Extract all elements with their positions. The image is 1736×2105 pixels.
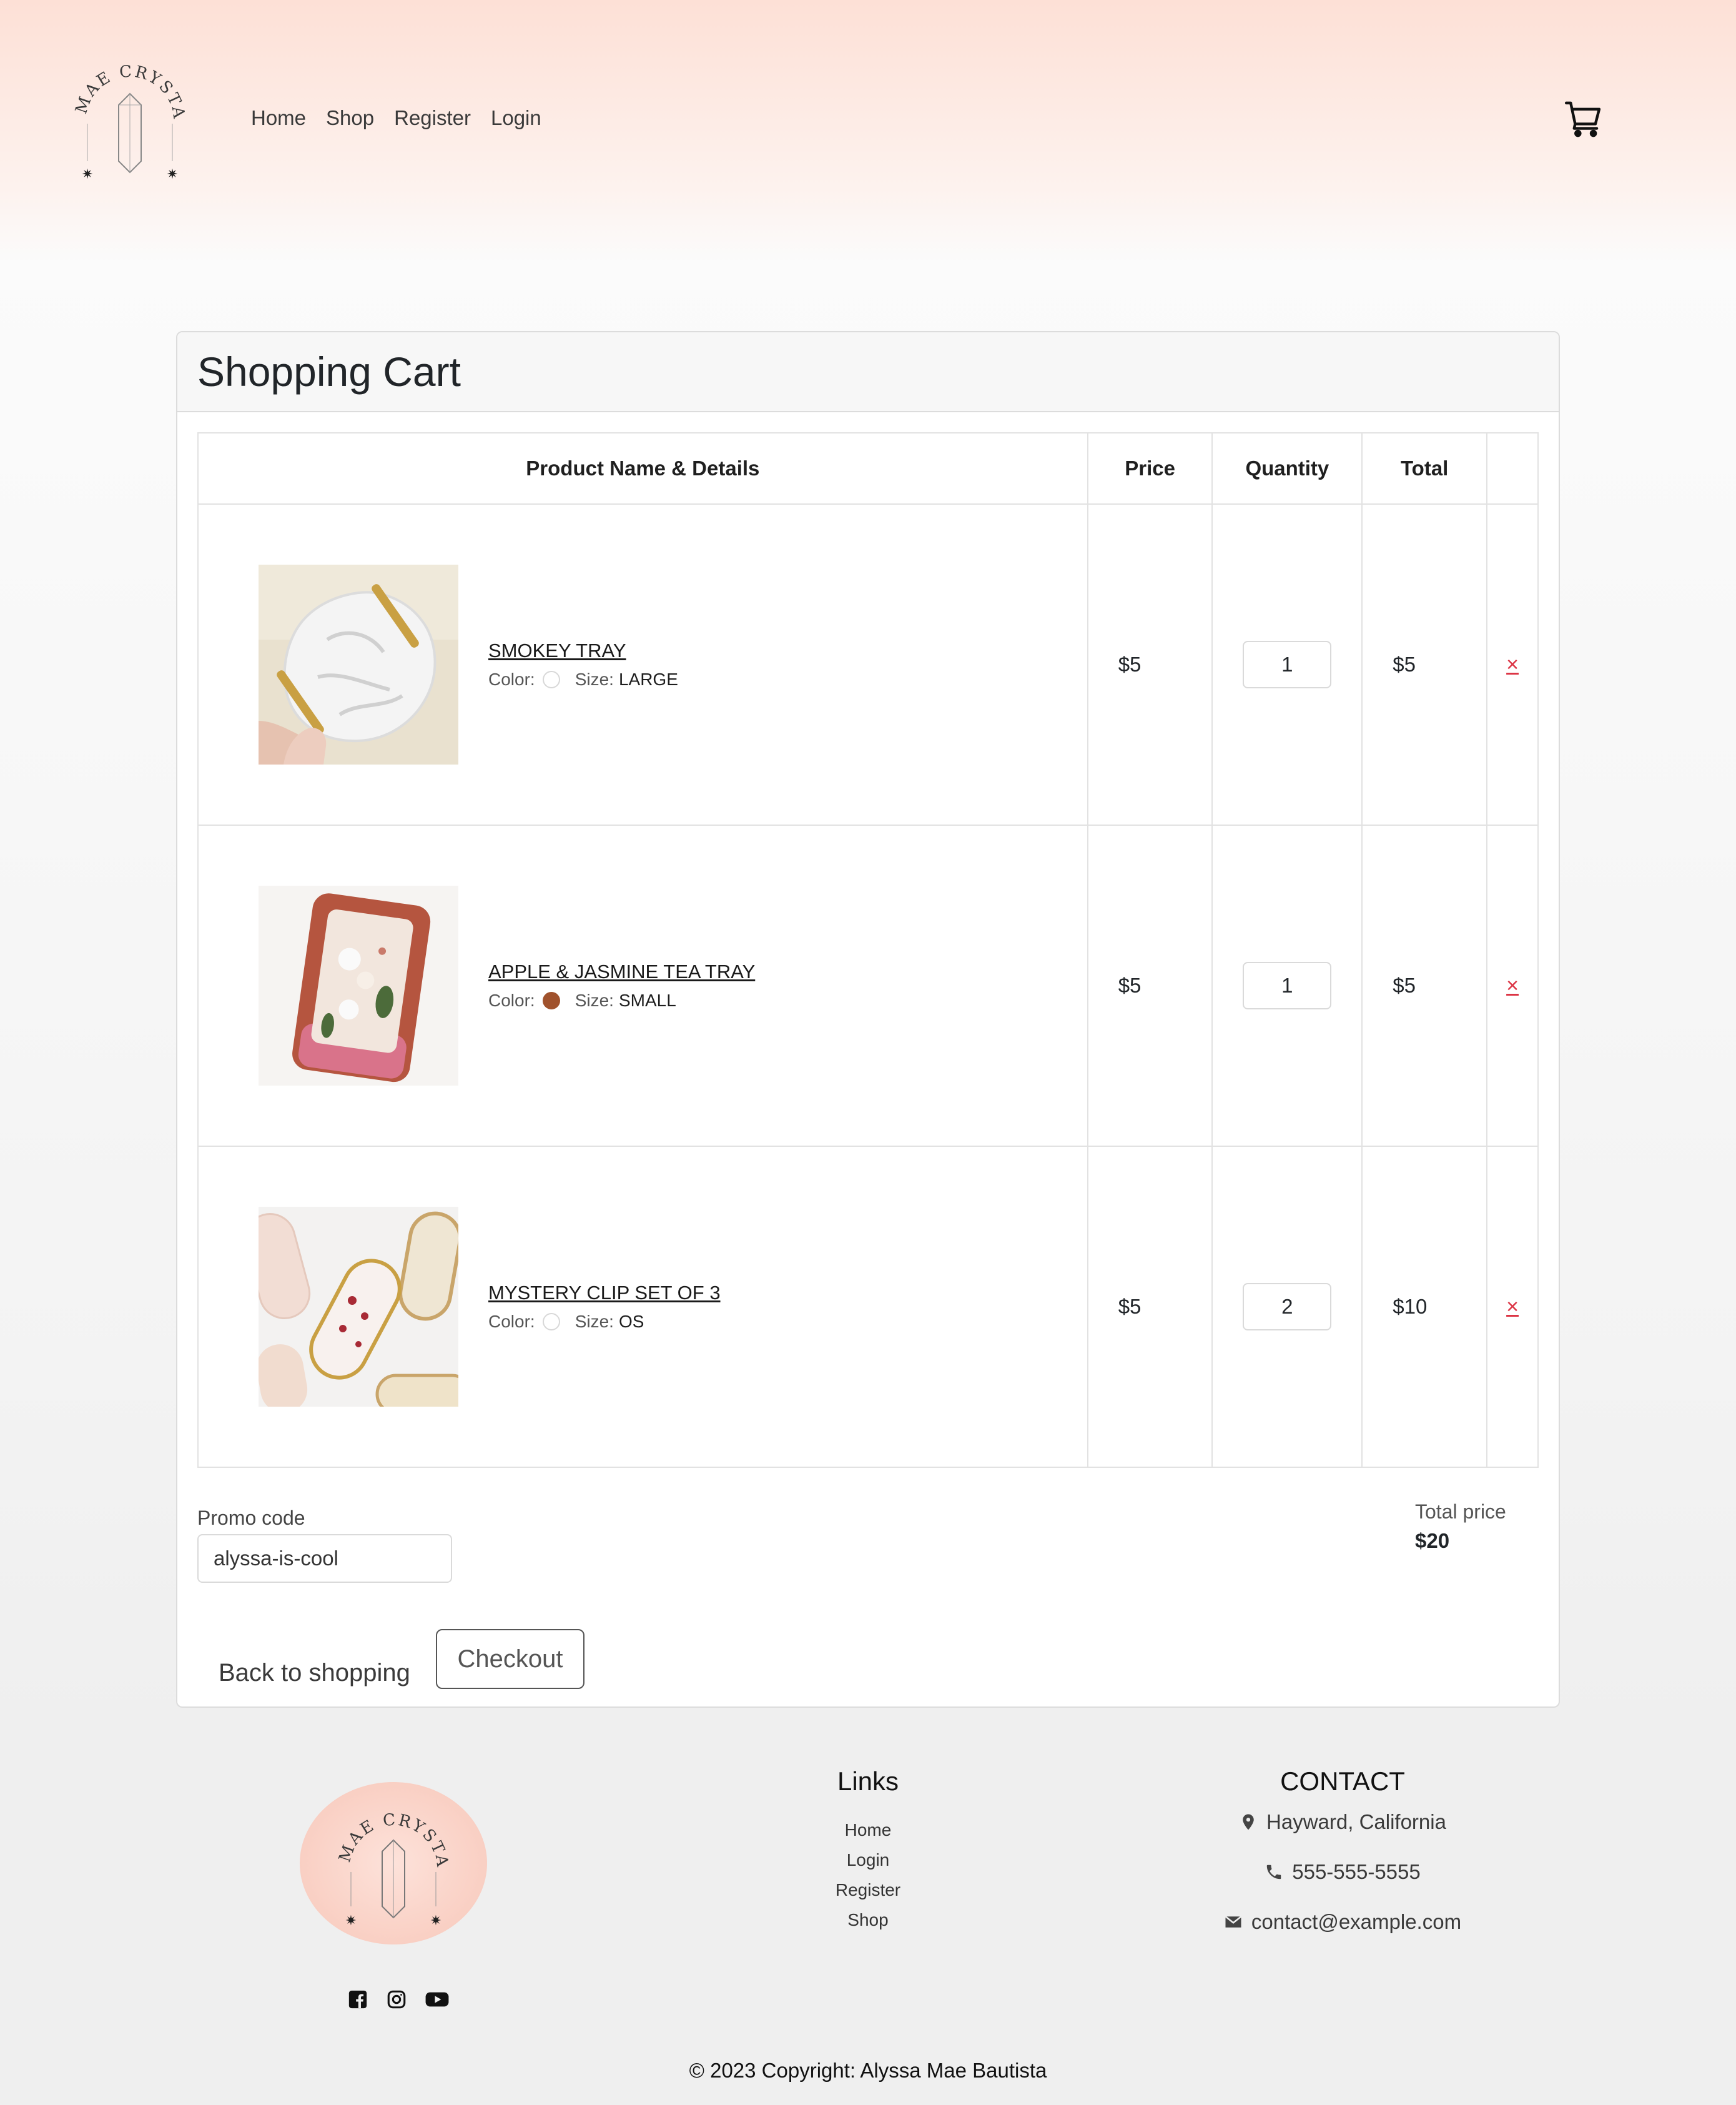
- facebook-icon[interactable]: [347, 1989, 368, 2010]
- size-label: Size:: [575, 670, 614, 689]
- total-price-label: Total price: [1415, 1500, 1506, 1523]
- nav-home[interactable]: Home: [251, 106, 306, 130]
- footer-contact-title: CONTACT: [1280, 1766, 1405, 1796]
- quantity-input[interactable]: [1243, 962, 1332, 1009]
- column-header-remove: [1486, 432, 1539, 505]
- logo-icon[interactable]: MAE CRYSTALS ✷ ✷: [67, 55, 192, 186]
- product-cell: SMOKEY TRAY Color: Size: LARGE: [199, 565, 1087, 765]
- color-label: Color:: [488, 991, 535, 1010]
- nav-register[interactable]: Register: [394, 106, 471, 130]
- product-meta: Color: Size: LARGE: [488, 670, 678, 690]
- promo-code-label: Promo code: [197, 1507, 305, 1529]
- column-header-quantity: Quantity: [1211, 432, 1363, 505]
- quantity-input[interactable]: [1243, 641, 1332, 688]
- promo-code-input[interactable]: [197, 1534, 452, 1583]
- instagram-icon[interactable]: [386, 1989, 407, 2010]
- quantity-cell: [1211, 1146, 1363, 1468]
- quantity-input[interactable]: [1243, 1283, 1332, 1330]
- total-cell: $5: [1361, 503, 1488, 826]
- footer-link-home[interactable]: Home: [774, 1815, 962, 1845]
- price-cell: $5: [1087, 825, 1213, 1147]
- quantity-cell: [1211, 825, 1363, 1147]
- checkout-button[interactable]: Checkout: [436, 1629, 584, 1689]
- size-value: SMALL: [618, 991, 676, 1010]
- product-name-link[interactable]: MYSTERY CLIP SET OF 3: [488, 1282, 721, 1304]
- remove-item-button[interactable]: ×: [1506, 1295, 1519, 1319]
- social-links: [347, 1989, 450, 2010]
- product-meta: Color: Size: OS: [488, 1312, 721, 1332]
- remove-cell: ×: [1486, 1146, 1539, 1468]
- footer-links: Home Login Register Shop: [774, 1815, 962, 1935]
- column-header-total: Total: [1361, 432, 1488, 505]
- price-cell: $5: [1087, 503, 1213, 826]
- svg-text:✷: ✷: [167, 167, 178, 182]
- size-label: Size:: [575, 1312, 614, 1331]
- table-row: SMOKEY TRAY Color: Size: LARGE $5 1 $5 ×: [197, 503, 1539, 826]
- svg-text:✷: ✷: [345, 1913, 357, 1929]
- product-image[interactable]: [259, 886, 458, 1086]
- contact-address: Hayward, California: [1155, 1810, 1530, 1834]
- svg-text:MAE CRYSTALS: MAE CRYSTALS: [67, 55, 189, 121]
- color-swatch: [542, 992, 560, 1009]
- product-info: MYSTERY CLIP SET OF 3 Color: Size: OS: [488, 1282, 721, 1332]
- map-pin-icon: [1243, 1814, 1254, 1830]
- svg-text:✷: ✷: [430, 1913, 441, 1929]
- product-info: APPLE & JASMINE TEA TRAY Color: Size: SM…: [488, 961, 755, 1011]
- product-info: SMOKEY TRAY Color: Size: LARGE: [488, 640, 678, 690]
- total-cell: $5: [1361, 825, 1488, 1147]
- contact-email-text[interactable]: contact@example.com: [1251, 1910, 1461, 1934]
- column-header-price: Price: [1087, 432, 1213, 505]
- nav-login[interactable]: Login: [491, 106, 541, 130]
- product-name-link[interactable]: APPLE & JASMINE TEA TRAY: [488, 961, 755, 983]
- product-image[interactable]: [259, 565, 458, 765]
- main-nav: Home Shop Register Login: [251, 106, 541, 130]
- color-label: Color:: [488, 1312, 535, 1331]
- total-cell: $10: [1361, 1146, 1488, 1468]
- table-header-row: Product Name & Details Price Quantity To…: [197, 432, 1539, 505]
- footer-link-login[interactable]: Login: [774, 1845, 962, 1875]
- envelope-icon: [1225, 1916, 1242, 1928]
- table-row: APPLE & JASMINE TEA TRAY Color: Size: SM…: [197, 825, 1539, 1147]
- back-to-shopping-button[interactable]: Back to shopping: [219, 1643, 410, 1703]
- remove-item-button[interactable]: ×: [1506, 974, 1519, 998]
- cart-icon[interactable]: [1564, 99, 1605, 140]
- column-header-product: Product Name & Details: [197, 432, 1088, 505]
- svg-text:✷: ✷: [82, 167, 93, 182]
- cart-table: Product Name & Details Price Quantity To…: [197, 432, 1539, 1468]
- total-price-value: $20: [1415, 1529, 1450, 1552]
- product-image[interactable]: [259, 1207, 458, 1407]
- price-cell: $5: [1087, 1146, 1213, 1468]
- contact-email: contact@example.com: [1155, 1910, 1530, 1934]
- nav-shop[interactable]: Shop: [326, 106, 374, 130]
- table-row: MYSTERY CLIP SET OF 3 Color: Size: OS $5: [197, 1146, 1539, 1468]
- contact-phone-text: 555-555-5555: [1292, 1860, 1421, 1883]
- quantity-cell: [1211, 503, 1363, 826]
- site-header: MAE CRYSTALS ✷ ✷ Home Shop Register Logi…: [0, 0, 1736, 250]
- contact-phone: 555-555-5555: [1155, 1860, 1530, 1884]
- size-label: Size:: [575, 991, 614, 1010]
- footer-link-shop[interactable]: Shop: [774, 1905, 962, 1935]
- youtube-icon[interactable]: [425, 1989, 450, 2010]
- contact-address-text: Hayward, California: [1266, 1810, 1446, 1833]
- remove-cell: ×: [1486, 825, 1539, 1147]
- product-name-link[interactable]: SMOKEY TRAY: [488, 640, 678, 662]
- footer-links-title: Links: [837, 1766, 899, 1796]
- product-cell: APPLE & JASMINE TEA TRAY Color: Size: SM…: [199, 886, 1087, 1086]
- color-label: Color:: [488, 670, 535, 689]
- phone-icon: [1266, 1865, 1281, 1880]
- footer-logo-icon: MAE CRYSTALS ✷ ✷: [298, 1781, 487, 1944]
- color-swatch: [542, 671, 560, 688]
- cart-card-header: Shopping Cart: [177, 332, 1559, 412]
- product-cell: MYSTERY CLIP SET OF 3 Color: Size: OS: [199, 1207, 1087, 1407]
- color-swatch: [542, 1313, 560, 1330]
- product-meta: Color: Size: SMALL: [488, 991, 755, 1011]
- copyright-text: © 2023 Copyright: Alyssa Mae Bautista: [689, 2059, 1047, 2082]
- remove-item-button[interactable]: ×: [1506, 653, 1519, 676]
- size-value: LARGE: [618, 670, 678, 689]
- footer-link-register[interactable]: Register: [774, 1875, 962, 1905]
- remove-cell: ×: [1486, 503, 1539, 826]
- size-value: OS: [618, 1312, 644, 1331]
- cart-card: Shopping Cart Product Name & Details Pri…: [176, 331, 1560, 1708]
- page-title: Shopping Cart: [197, 349, 461, 395]
